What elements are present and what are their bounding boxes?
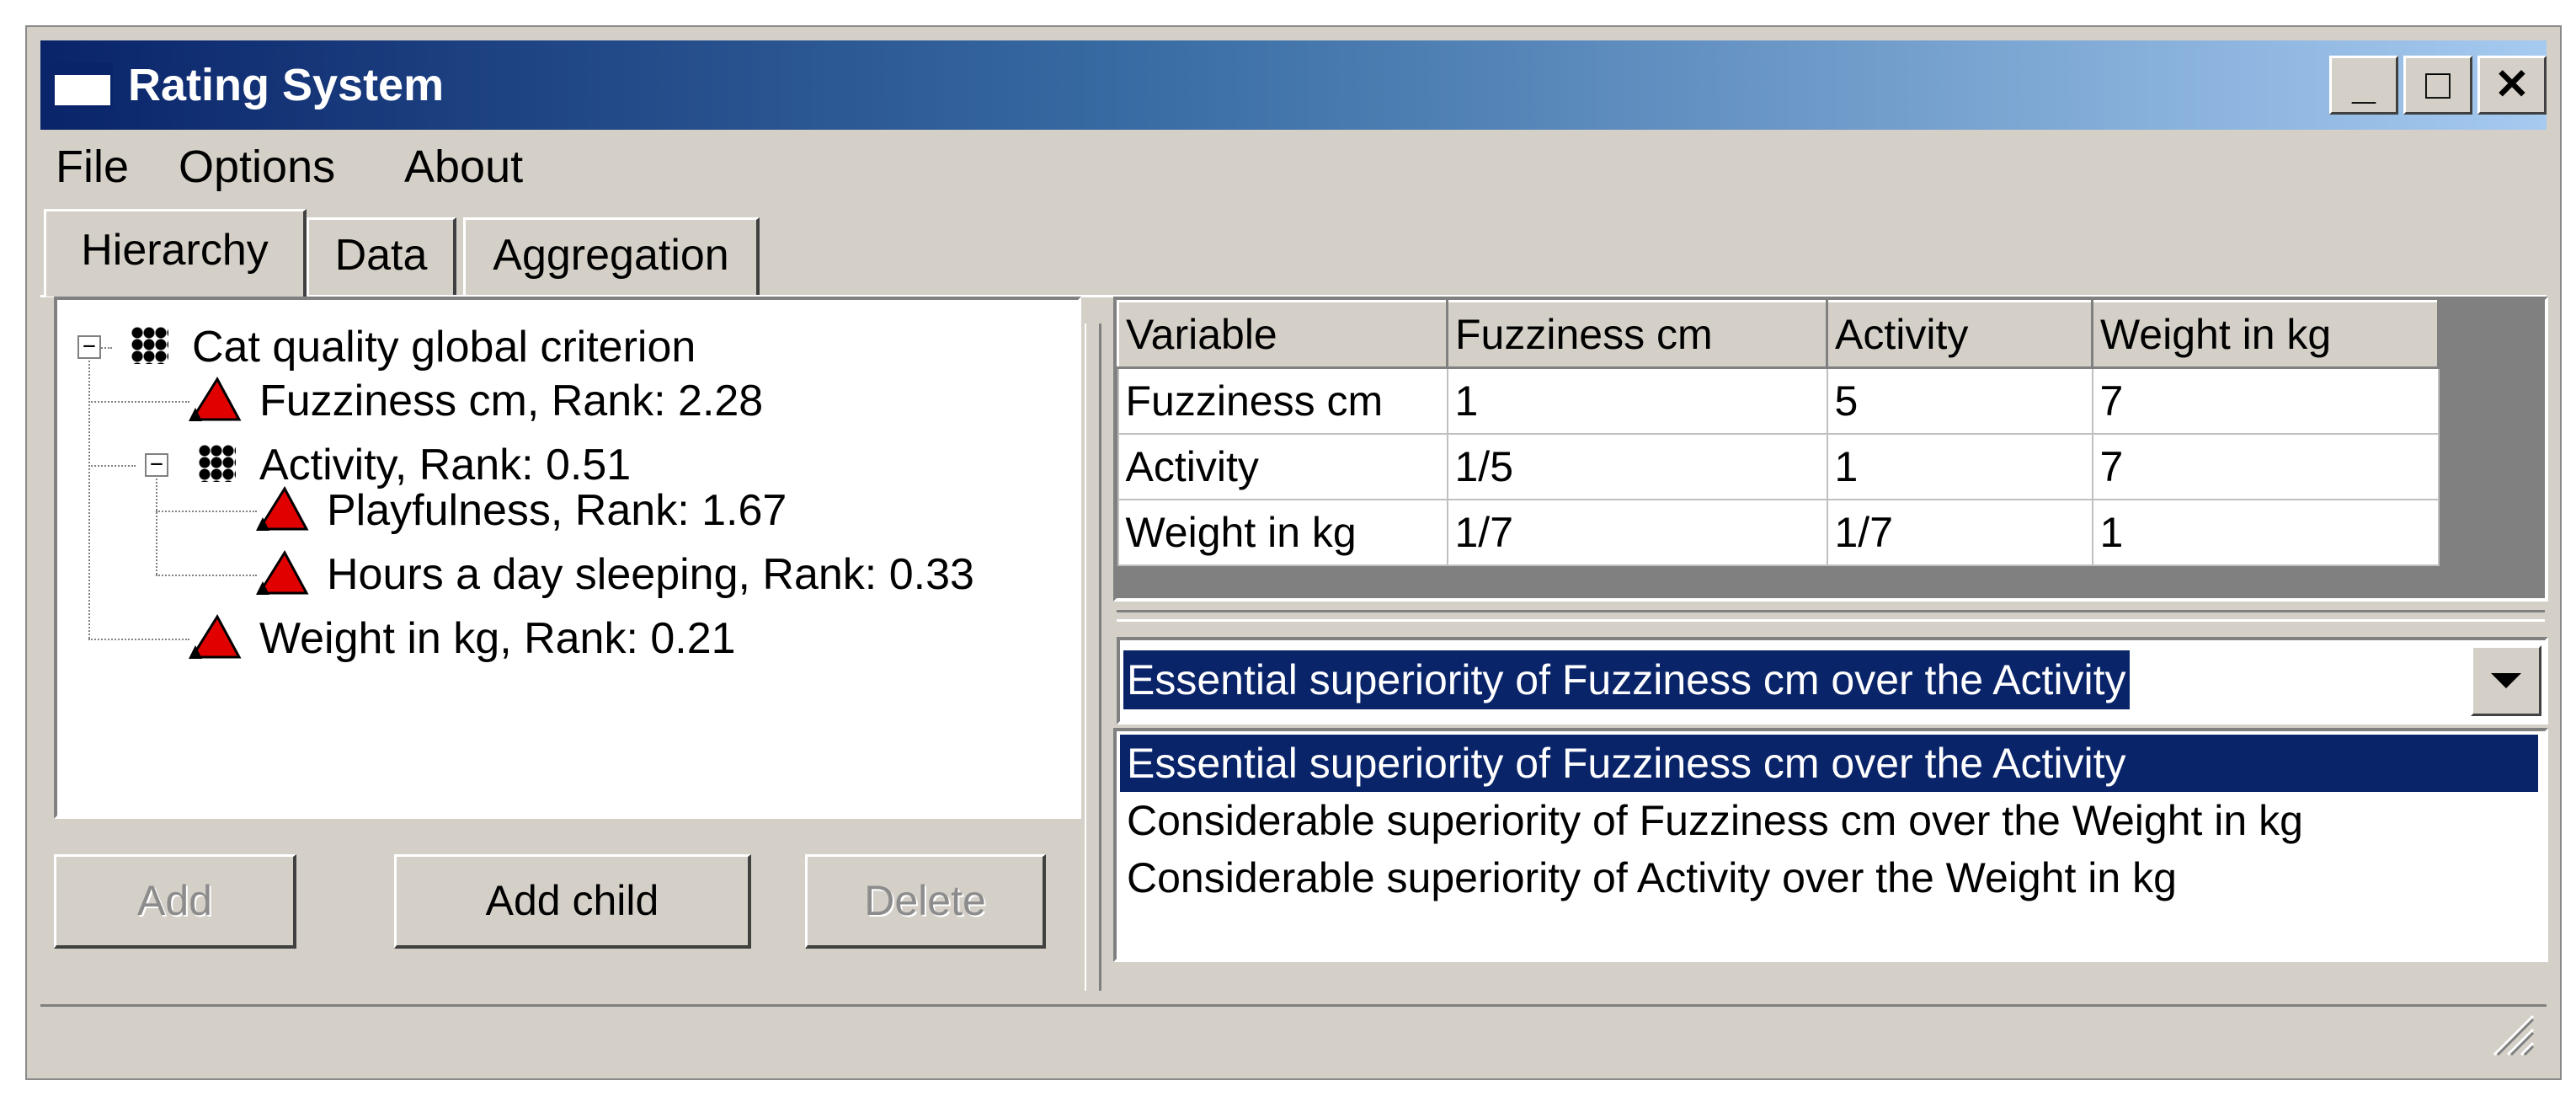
- matrix-cell[interactable]: 1: [1446, 366, 1828, 435]
- matrix-table: Variable Fuzziness cm Activity Weight in…: [1117, 300, 2440, 566]
- menu-file[interactable]: File: [44, 133, 141, 201]
- matrix-cell[interactable]: 1/5: [1446, 433, 1828, 500]
- chevron-down-icon[interactable]: [2471, 645, 2541, 716]
- maximize-button[interactable]: □: [2403, 56, 2472, 115]
- app-window: Rating System _ □ ✕ File Options About H…: [25, 25, 2562, 1080]
- comparison-list[interactable]: Essential superiority of Fuzziness cm ov…: [1113, 728, 2548, 962]
- matrix-header-row: Variable Fuzziness cm Activity Weight in…: [1117, 300, 2440, 369]
- tab-hierarchy[interactable]: Hierarchy: [44, 209, 307, 297]
- rank-warning-icon: [189, 377, 242, 421]
- tab-aggregation[interactable]: Aggregation: [463, 217, 760, 297]
- close-button[interactable]: ✕: [2477, 56, 2547, 115]
- matrix-row: Fuzziness cm 1 5 7: [1117, 366, 2440, 435]
- tree-node-sleeping[interactable]: Hours a day sleeping, Rank: 0.33: [327, 544, 974, 605]
- window-icon: [52, 62, 113, 108]
- matrix-row: Weight in kg 1/7 1/7 1: [1117, 499, 2440, 566]
- matrix-row: Activity 1/5 1 7: [1117, 433, 2440, 500]
- rank-warning-icon: [256, 550, 309, 595]
- matrix-cell[interactable]: 1: [1826, 433, 2093, 500]
- list-item[interactable]: Considerable superiority of Activity ove…: [1120, 849, 2538, 906]
- add-button[interactable]: Add: [54, 854, 296, 949]
- vertical-splitter[interactable]: [1085, 324, 1101, 991]
- tree-node-fuzziness[interactable]: Fuzziness cm, Rank: 2.28: [259, 371, 763, 431]
- menu-options[interactable]: Options: [167, 133, 347, 201]
- window-title: Rating System: [128, 60, 445, 110]
- rank-warning-icon: [189, 614, 242, 659]
- tree-connector: [88, 639, 189, 640]
- matrix-row-label: Activity: [1117, 433, 1448, 500]
- tree-node-root[interactable]: Cat quality global criterion: [192, 317, 696, 377]
- delete-button[interactable]: Delete: [805, 854, 1046, 949]
- comparison-matrix[interactable]: Variable Fuzziness cm Activity Weight in…: [1113, 297, 2548, 602]
- tree-node-playfulness[interactable]: Playfulness, Rank: 1.67: [327, 480, 787, 541]
- matrix-cell[interactable]: 1/7: [1446, 499, 1828, 566]
- tab-data[interactable]: Data: [307, 217, 456, 297]
- add-child-button[interactable]: Add child: [394, 854, 751, 949]
- list-item[interactable]: Considerable superiority of Fuzziness cm…: [1120, 792, 2538, 849]
- matrix-row-label: Fuzziness cm: [1117, 366, 1448, 435]
- tree-connector: [88, 465, 136, 467]
- matrix-header-cell[interactable]: Weight in kg: [2091, 300, 2440, 369]
- criterion-group-icon: [131, 327, 168, 364]
- matrix-cell[interactable]: 7: [2091, 366, 2440, 435]
- resize-grip-icon[interactable]: [2484, 1006, 2535, 1056]
- criterion-group-icon: [199, 445, 236, 482]
- matrix-row-label: Weight in kg: [1117, 499, 1448, 566]
- horizontal-splitter[interactable]: [1117, 610, 2545, 622]
- matrix-cell[interactable]: 5: [1826, 366, 2093, 435]
- matrix-header-cell[interactable]: Activity: [1826, 300, 2093, 369]
- collapse-toggle-root[interactable]: −: [77, 335, 101, 359]
- title-bar[interactable]: Rating System _ □ ✕: [40, 40, 2547, 130]
- matrix-cell[interactable]: 1: [2091, 499, 2440, 566]
- matrix-cell[interactable]: 7: [2091, 433, 2440, 500]
- tree-connector: [156, 575, 257, 576]
- rank-warning-icon: [256, 486, 309, 531]
- dropdown-selected-value: Essential superiority of Fuzziness cm ov…: [1123, 650, 2130, 709]
- collapse-toggle-activity[interactable]: −: [145, 453, 168, 477]
- matrix-cell[interactable]: 1/7: [1826, 499, 2093, 566]
- comparison-dropdown[interactable]: Essential superiority of Fuzziness cm ov…: [1117, 637, 2548, 725]
- tree-node-weight[interactable]: Weight in kg, Rank: 0.21: [259, 608, 736, 669]
- tree-connector: [88, 344, 90, 639]
- matrix-header-cell[interactable]: Fuzziness cm: [1446, 300, 1828, 369]
- status-bar: [40, 1004, 2547, 1068]
- tree-connector: [156, 511, 257, 512]
- menu-about[interactable]: About: [392, 133, 535, 201]
- minimize-button[interactable]: _: [2329, 56, 2398, 115]
- hierarchy-tree[interactable]: − Cat quality global criterion Fuzziness…: [54, 297, 1081, 819]
- list-item[interactable]: Essential superiority of Fuzziness cm ov…: [1120, 735, 2538, 792]
- tree-connector: [88, 401, 189, 403]
- matrix-header-cell[interactable]: Variable: [1117, 300, 1448, 369]
- tree-connector: [156, 465, 157, 575]
